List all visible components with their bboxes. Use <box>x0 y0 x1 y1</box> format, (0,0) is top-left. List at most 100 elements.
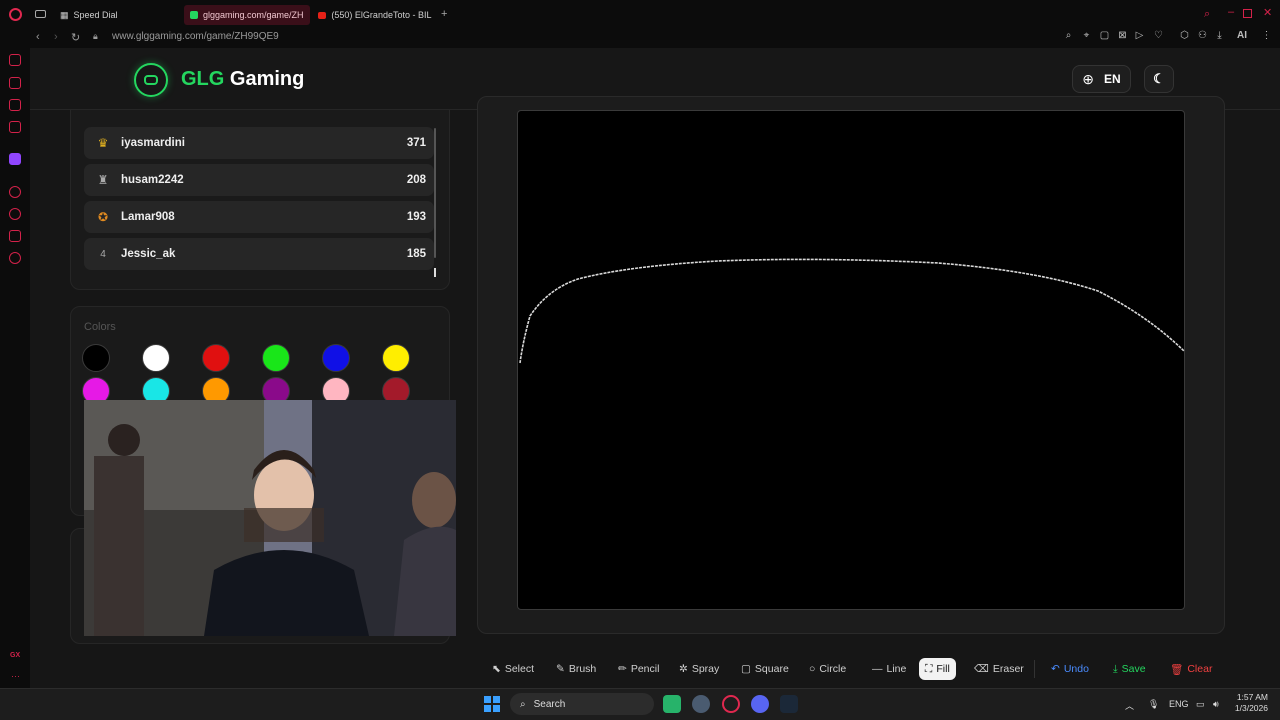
moon-icon: ☾ <box>1153 71 1165 86</box>
zoom-icon[interactable]: ⌕ <box>1062 30 1075 41</box>
play-icon[interactable]: ▷ <box>1133 30 1146 41</box>
browser-sidebar <box>0 48 30 688</box>
brand-glg: GLG <box>181 68 225 90</box>
leaderboard-row: 4 Jessic_ak 185 <box>84 238 434 270</box>
adblock-icon[interactable]: ⊠ <box>1116 30 1129 41</box>
gamepad-logo-icon[interactable] <box>134 63 168 97</box>
language-button[interactable]: ⊕ EN <box>1072 65 1131 93</box>
trash-icon: 🗑︎ <box>1170 663 1184 676</box>
tab-youtube[interactable]: (550) ElGrandeToto - BILLI <box>312 5 438 25</box>
tab-speed-dial[interactable]: ▦ Speed Dial <box>54 5 180 25</box>
sidebar-twitch-icon[interactable] <box>9 153 21 165</box>
steam-app-icon[interactable] <box>780 695 798 713</box>
tab-glggaming[interactable]: glggaming.com/game/ZH <box>184 5 310 25</box>
search-icon: ⌕ <box>520 698 526 710</box>
close-window-icon[interactable]: ✕ <box>1263 6 1272 19</box>
gx-label[interactable]: GX <box>10 652 20 659</box>
tool-fill-button[interactable]: ⛶ Fill <box>919 658 956 680</box>
clock-date: 1/3/2026 <box>1234 703 1268 713</box>
player-score: 208 <box>406 174 426 186</box>
globe-icon: ⊕ <box>1082 70 1095 87</box>
tab-overview-icon[interactable] <box>35 10 46 18</box>
color-swatch[interactable] <box>202 344 230 372</box>
tool-label: Eraser <box>992 663 1024 675</box>
clock[interactable]: 1:57 AM 1/3/2026 <box>1230 692 1268 714</box>
tab-label: Speed Dial <box>73 10 118 20</box>
drawing-canvas[interactable] <box>517 110 1185 610</box>
sidebar-history-icon[interactable] <box>9 208 21 220</box>
ai-button[interactable]: AI <box>1232 30 1252 41</box>
clock-time: 1:57 AM <box>1236 692 1268 702</box>
search-tabs-icon[interactable]: ⌕ <box>1204 8 1210 21</box>
minimize-icon[interactable]: – <box>1228 6 1234 18</box>
sidebar-extensions-icon[interactable] <box>9 230 21 242</box>
taskbar-search[interactable]: ⌕ Search <box>510 693 654 715</box>
opera-app-icon[interactable] <box>722 695 740 713</box>
tool-circle-button[interactable]: ○ Circle <box>803 658 852 680</box>
pin-icon[interactable]: ⌖ <box>1080 30 1093 41</box>
fill-icon: ⛶ <box>925 662 933 675</box>
line-icon: — <box>872 663 883 675</box>
save-icon: ⤓ <box>1113 662 1118 675</box>
volume-icon[interactable]: 🔊︎ <box>1213 699 1219 710</box>
clear-label: Clear <box>1187 663 1213 675</box>
windows-start-icon[interactable] <box>484 696 500 712</box>
tool-pencil-button[interactable]: ✏ Pencil <box>612 658 665 680</box>
undo-button[interactable]: ↶ Undo <box>1045 658 1095 680</box>
tool-eraser-button[interactable]: ⌫ Eraser <box>968 658 1030 680</box>
undo-label: Undo <box>1063 663 1089 675</box>
sidebar-player-icon[interactable] <box>9 186 21 198</box>
new-tab-icon[interactable]: + <box>441 8 447 20</box>
leaderboard-row: ♛ iyasmardini 371 <box>84 127 434 159</box>
save-button[interactable]: ⤓ Save <box>1107 658 1152 680</box>
account-icon[interactable]: ⚇ <box>1196 30 1209 41</box>
site-favicon-icon <box>190 11 198 19</box>
tool-label: Line <box>886 663 907 675</box>
color-swatch[interactable] <box>142 344 170 372</box>
sidebar-chat-icon[interactable] <box>9 99 21 111</box>
color-swatch[interactable] <box>82 344 110 372</box>
lock-icon: 🔒︎ <box>93 31 98 41</box>
reload-icon[interactable]: ↻ <box>71 31 80 44</box>
brand-gaming: Gaming <box>229 68 305 90</box>
leaderboard-row: ✪ Lamar908 193 <box>84 201 434 233</box>
tool-line-button[interactable]: — Line <box>866 658 912 680</box>
tray-overflow-icon[interactable]: ︿ <box>1125 699 1134 712</box>
heart-icon[interactable]: ♡ <box>1152 30 1165 41</box>
tool-select-button[interactable]: ⬉ Select <box>486 658 540 680</box>
back-icon[interactable]: ‹ <box>36 31 40 43</box>
url-text[interactable]: www.glggaming.com/game/ZH99QE9 <box>112 31 279 42</box>
sidebar-settings-icon[interactable] <box>9 252 21 264</box>
sidebar-news-icon[interactable] <box>9 121 21 133</box>
trophy-icon: ♜ <box>97 173 109 187</box>
tool-spray-button[interactable]: ✲ Spray <box>673 658 725 680</box>
extensions-icon[interactable]: ⬡ <box>1178 30 1191 41</box>
forward-icon[interactable]: › <box>54 31 58 43</box>
brand-title[interactable]: GLG Gaming <box>181 68 304 91</box>
app-icon-store[interactable] <box>663 695 681 713</box>
settings-app-icon[interactable] <box>692 695 710 713</box>
color-swatch[interactable] <box>262 344 290 372</box>
circle-icon: ○ <box>809 663 816 675</box>
tool-square-button[interactable]: ▢ Square <box>735 658 795 680</box>
color-swatch[interactable] <box>382 344 410 372</box>
theme-toggle-button[interactable]: ☾ <box>1144 65 1174 93</box>
text-cursor-icon <box>434 268 436 277</box>
tool-brush-button[interactable]: ✎ Brush <box>550 658 602 680</box>
input-language[interactable]: ENG <box>1169 699 1189 709</box>
discord-app-icon[interactable] <box>751 695 769 713</box>
sidebar-flow-icon[interactable] <box>9 54 21 66</box>
leaderboard-scrollbar[interactable] <box>434 128 436 258</box>
network-icon[interactable]: ▭ <box>1196 699 1205 710</box>
download-icon[interactable]: ⤓ <box>1213 30 1226 41</box>
clear-button[interactable]: 🗑︎ Clear <box>1164 658 1218 680</box>
sidebar-shop-icon[interactable] <box>9 77 21 89</box>
search-label: Search <box>533 698 566 710</box>
opera-logo-icon[interactable] <box>9 8 22 21</box>
menu-icon[interactable]: ⋮ <box>1260 30 1273 41</box>
microphone-icon[interactable]: 🎙︎ <box>1148 699 1159 710</box>
maximize-icon[interactable] <box>1243 9 1252 18</box>
color-swatch[interactable] <box>322 344 350 372</box>
snapshot-icon[interactable]: ▢ <box>1098 30 1111 41</box>
more-icon[interactable]: ··· <box>11 671 20 681</box>
